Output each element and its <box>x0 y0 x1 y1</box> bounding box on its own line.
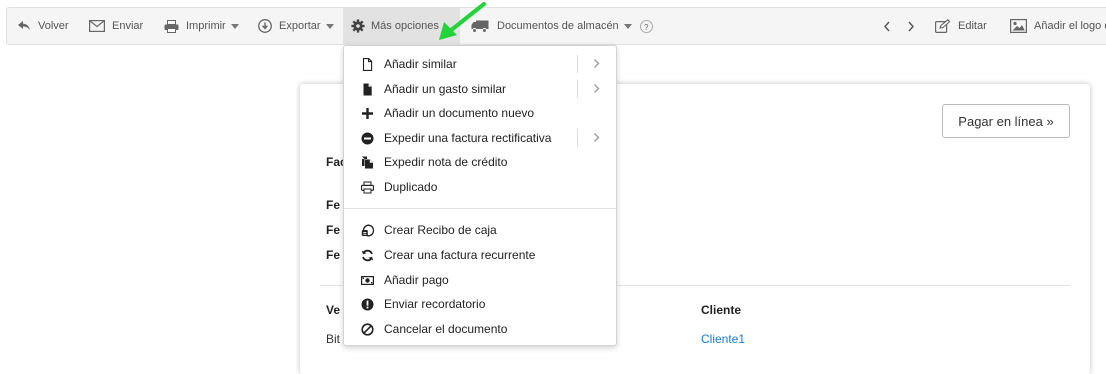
refresh-icon <box>361 249 374 262</box>
menu-item-duplicate[interactable]: Duplicado <box>344 175 616 199</box>
menu-item-label: Expedir nota de crédito <box>384 155 508 169</box>
vendor-heading: Ve <box>326 303 341 317</box>
cash-register-icon <box>361 224 374 237</box>
submenu-separator <box>577 55 578 73</box>
envelope-icon <box>89 20 105 32</box>
annotation-arrow-icon <box>439 2 486 40</box>
edit-pencil-icon <box>935 19 951 33</box>
submenu-separator <box>577 80 578 98</box>
back-button[interactable]: Volver <box>17 8 69 44</box>
document-filled-icon <box>363 83 372 96</box>
vendor-name: Bit <box>326 332 341 346</box>
export-dropdown[interactable]: Exportar <box>258 8 334 44</box>
caret-down-icon <box>623 23 632 29</box>
download-circle-icon <box>258 19 272 33</box>
menu-item-label: Cancelar el documento <box>384 322 508 336</box>
menu-item-cancel-document[interactable]: Cancelar el documento <box>344 317 616 341</box>
chevron-right-icon[interactable] <box>593 83 600 94</box>
print-dropdown[interactable]: Imprimir <box>164 8 239 44</box>
minus-circle-icon <box>361 132 374 145</box>
duplicate-printer-icon <box>361 181 374 194</box>
caret-down-icon <box>325 23 334 29</box>
menu-item-credit-note[interactable]: Expedir nota de crédito <box>344 150 616 174</box>
send-button[interactable]: Enviar <box>89 8 143 44</box>
edit-label: Editar <box>958 20 987 32</box>
menu-item-rectifying-invoice[interactable]: Expedir una factura rectificativa <box>344 126 616 150</box>
warehouse-docs-dropdown[interactable]: Documentos de almacén ? <box>471 8 653 44</box>
date-label: Fe <box>326 248 341 262</box>
menu-item-label: Expedir una factura rectificativa <box>384 131 552 145</box>
menu-item-send-reminder[interactable]: Enviar recordatorio <box>344 292 616 316</box>
menu-item-recurring-invoice[interactable]: Crear una factura recurrente <box>344 243 616 267</box>
menu-item-label: Crear una factura recurrente <box>384 248 536 262</box>
more-options-menu: Añadir similar Añadir un gasto similar A… <box>343 45 617 346</box>
menu-item-add-payment[interactable]: Añadir pago <box>344 268 616 292</box>
money-icon <box>361 275 374 286</box>
printer-icon <box>164 19 179 33</box>
export-label: Exportar <box>279 20 321 32</box>
menu-divider <box>344 208 616 209</box>
exclamation-circle-icon <box>361 298 374 311</box>
copy-documents-icon <box>362 156 373 169</box>
date-label: Fe <box>326 198 341 212</box>
menu-item-add-similar-expense[interactable]: Añadir un gasto similar <box>344 77 616 101</box>
chevron-left-icon <box>884 21 890 31</box>
date-label: Fe <box>326 223 341 237</box>
gear-icon <box>351 19 365 33</box>
chevron-right-icon[interactable] <box>593 132 600 143</box>
next-button[interactable] <box>907 8 915 44</box>
client-link[interactable]: Cliente1 <box>701 332 745 346</box>
caret-down-icon <box>230 23 239 29</box>
chevron-right-icon[interactable] <box>593 58 600 69</box>
document-outline-icon <box>362 58 373 71</box>
add-logo-label: Añadir el logo d <box>1034 20 1106 32</box>
image-icon <box>1010 19 1027 33</box>
menu-item-add-similar[interactable]: Añadir similar <box>344 52 616 76</box>
menu-item-label: Duplicado <box>384 180 438 194</box>
add-logo-button[interactable]: Añadir el logo d <box>1010 8 1106 44</box>
menu-item-label: Añadir un documento nuevo <box>384 106 535 120</box>
chevron-right-icon <box>908 21 914 31</box>
prev-button[interactable] <box>883 8 891 44</box>
print-label: Imprimir <box>186 20 226 32</box>
warehouse-docs-label: Documentos de almacén <box>497 20 619 32</box>
menu-item-label: Crear Recibo de caja <box>384 223 497 237</box>
help-icon[interactable]: ? <box>639 19 653 33</box>
submenu-separator <box>577 129 578 147</box>
menu-item-label: Enviar recordatorio <box>384 297 486 311</box>
pay-online-button[interactable]: Pagar en línea » <box>942 104 1070 138</box>
send-label: Enviar <box>112 20 144 32</box>
menu-item-label: Añadir pago <box>384 273 449 287</box>
toolbar: Volver Enviar Imprimir Exportar Más opci… <box>6 7 1106 45</box>
edit-button[interactable]: Editar <box>935 8 987 44</box>
reply-arrow-icon <box>18 21 30 30</box>
back-label: Volver <box>38 20 69 32</box>
menu-item-add-new-document[interactable]: Añadir un documento nuevo <box>344 101 616 125</box>
client-heading: Cliente <box>701 303 742 317</box>
ban-icon <box>361 323 374 336</box>
menu-item-cash-receipt[interactable]: Crear Recibo de caja <box>344 218 616 242</box>
plus-icon <box>362 108 373 119</box>
menu-item-label: Añadir un gasto similar <box>384 82 507 96</box>
menu-item-label: Añadir similar <box>384 57 457 71</box>
